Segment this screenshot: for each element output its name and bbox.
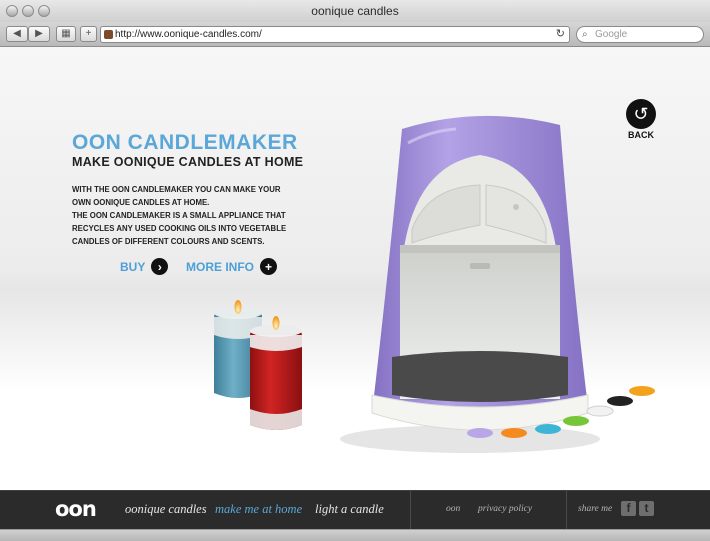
privacy-policy-link[interactable]: privacy policy	[478, 504, 532, 514]
red-candle	[250, 316, 302, 430]
page-content: OON CANDLEMAKER MAKE OONIQUE CANDLES AT …	[0, 47, 710, 490]
share-label: share me	[578, 504, 613, 514]
oon-logo[interactable]: oon	[55, 497, 97, 521]
nav-make-me-at-home[interactable]: make me at home	[215, 502, 302, 517]
site-favicon-icon	[104, 30, 113, 39]
search-placeholder: Google	[595, 29, 628, 40]
footer-divider	[410, 491, 411, 529]
site-footer: oon oonique candles make me at home ligh…	[0, 490, 710, 529]
search-field[interactable]: ⌕ Google	[576, 26, 704, 43]
nav-oonique-candles[interactable]: oonique candles	[125, 502, 207, 517]
product-illustration	[214, 115, 655, 453]
arrow-left-icon: ◀	[13, 28, 21, 39]
window-title: oonique candles	[311, 4, 399, 18]
forward-nav-button[interactable]: ▶	[28, 26, 50, 42]
footer-divider	[566, 491, 567, 529]
candlemaker-appliance	[340, 115, 600, 453]
browser-toolbar: ◀ ▶ ▦ + http://www.oonique-candles.com/ …	[0, 22, 710, 47]
address-url: http://www.oonique-candles.com/	[115, 29, 262, 40]
back-nav-button[interactable]: ◀	[6, 26, 28, 42]
bookmarks-grid-button[interactable]: ▦	[56, 26, 76, 42]
add-bookmark-button[interactable]: +	[80, 26, 97, 42]
twitter-icon[interactable]: t	[639, 501, 654, 516]
arrow-right-icon: ▶	[35, 28, 43, 39]
oon-link[interactable]: oon	[446, 504, 460, 514]
plus-icon: +	[85, 28, 92, 39]
reload-icon[interactable]: ↻	[556, 27, 565, 42]
nav-light-a-candle[interactable]: light a candle	[315, 502, 384, 517]
address-bar[interactable]: http://www.oonique-candles.com/ ↻	[100, 26, 570, 43]
search-icon: ⌕	[582, 29, 588, 40]
facebook-icon[interactable]: f	[621, 501, 636, 516]
status-bar	[0, 529, 710, 541]
grid-icon: ▦	[61, 28, 71, 39]
window-titlebar: oonique candles	[0, 0, 710, 23]
